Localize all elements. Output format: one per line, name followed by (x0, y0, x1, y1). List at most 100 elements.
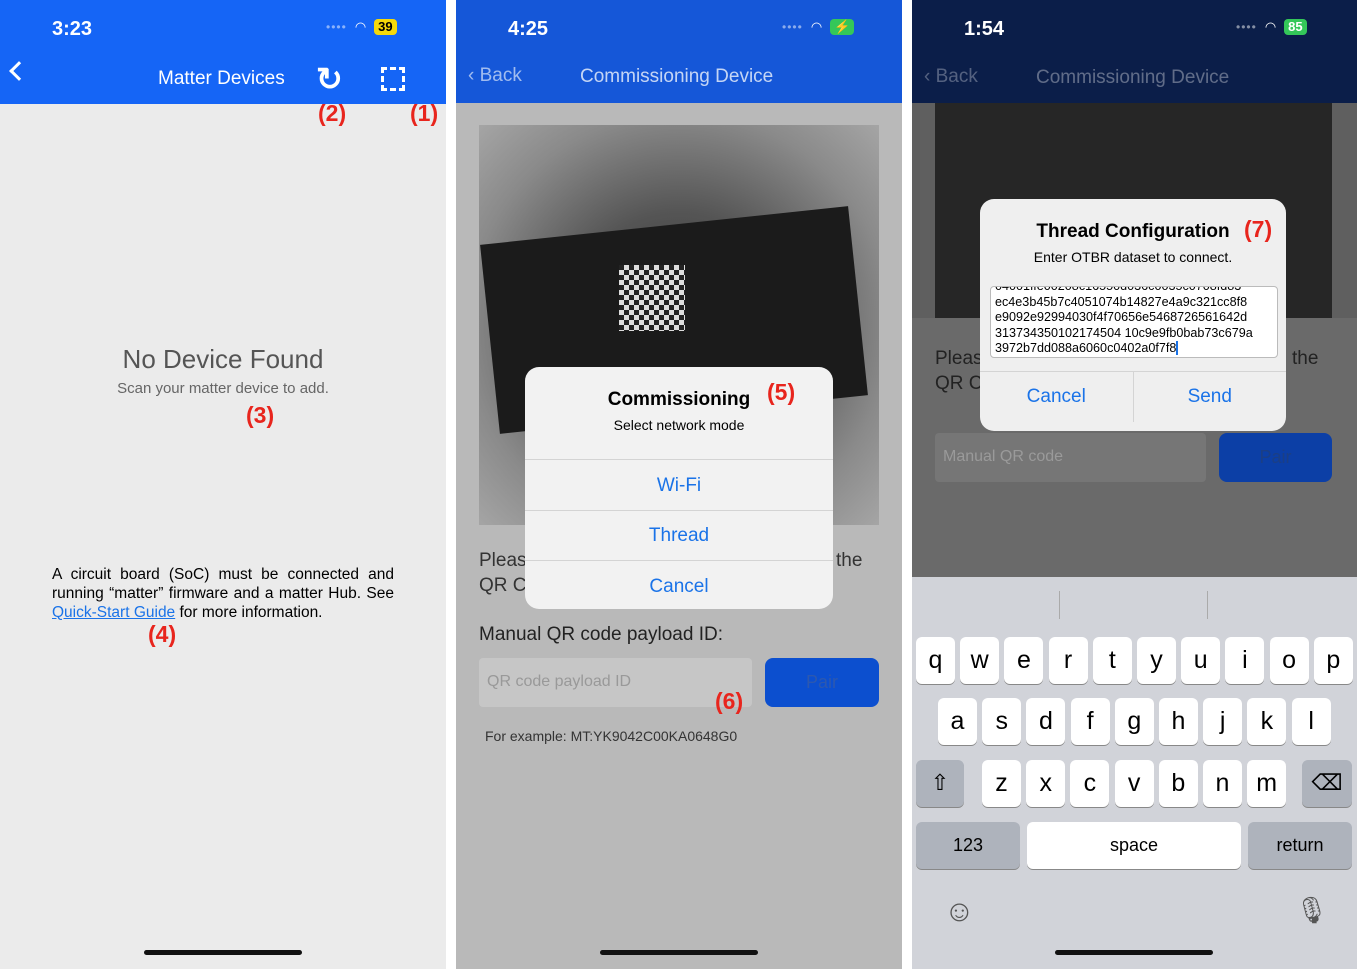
status-icons: •••• ◠ 85 (1236, 19, 1307, 35)
key-d[interactable]: d (1026, 698, 1066, 745)
key-h[interactable]: h (1159, 698, 1198, 745)
dialog-title: Thread Configuration (1036, 221, 1230, 242)
wifi-option[interactable]: Wi-Fi (525, 459, 833, 510)
back-button[interactable]: ‹ Back (924, 66, 978, 88)
microphone-icon[interactable]: 🎙 (1295, 895, 1328, 926)
emoji-icon[interactable]: ☺ (944, 895, 975, 929)
key-q[interactable]: q (916, 637, 955, 684)
cancel-option[interactable]: Cancel (525, 560, 833, 609)
key-u[interactable]: u (1181, 637, 1221, 684)
return-key[interactable]: return (1248, 822, 1352, 869)
qr-scan-icon[interactable] (381, 67, 405, 91)
dataset-line: ec4e3b45b7c4051074b14827e4a9c321cc8f8 (995, 294, 1248, 309)
key-z[interactable]: z (982, 760, 1021, 807)
signal-icon: •••• (1236, 20, 1257, 34)
predictive-bar-divider (1207, 591, 1208, 619)
dialog-message: Enter OTBR dataset to connect. (1033, 249, 1233, 265)
dataset-input[interactable]: 04001ffe00208c16550d036c0035c0708fd83 ec… (990, 286, 1278, 358)
key-o[interactable]: o (1269, 637, 1309, 684)
marker-6: (6) (715, 688, 744, 714)
manual-label: Manual QR code payload ID: (479, 624, 723, 645)
key-r[interactable]: r (1048, 637, 1088, 684)
status-time: 3:23 (52, 18, 93, 40)
key-e[interactable]: e (1004, 637, 1044, 684)
marker-7: (7) (1244, 216, 1273, 242)
key-s[interactable]: s (982, 698, 1022, 745)
delete-key[interactable]: ⌫ (1302, 760, 1352, 807)
status-icons: •••• ◠ 39 (326, 19, 397, 35)
predictive-bar-divider (1059, 591, 1060, 619)
page-title: Matter Devices (158, 68, 285, 89)
qr-payload-input[interactable]: QR code payload ID (479, 658, 752, 707)
key-y[interactable]: y (1137, 637, 1176, 684)
signal-icon: •••• (326, 20, 347, 34)
instruction-text: Pleas (935, 348, 983, 369)
instruction-text-3: the (836, 550, 863, 571)
back-icon[interactable] (9, 61, 29, 81)
numbers-key[interactable]: 123 (916, 822, 1020, 869)
nav-bar: 3:23 •••• ◠ 39 Matter Devices ↻ (0, 0, 446, 104)
page-title: Commissioning Device (1036, 67, 1230, 88)
signal-icon: •••• (782, 20, 803, 34)
example-text: For example: MT:YK9042C00KA0648G0 (485, 728, 738, 744)
screen-commissioning: 4:25 •••• ◠ ⚡ ‹ Back Commissioning Devic… (456, 0, 902, 969)
key-b[interactable]: b (1158, 760, 1198, 807)
info-text-end: for more information. (175, 604, 323, 621)
shift-key[interactable]: ⇧ (916, 760, 964, 807)
thread-option[interactable]: Thread (525, 510, 833, 560)
key-j[interactable]: j (1203, 698, 1243, 745)
instruction-text: Pleas (479, 550, 527, 571)
empty-subtitle: Scan your matter device to add. (117, 380, 329, 397)
info-text-body: A circuit board (SoC) must be connected … (52, 566, 394, 602)
space-key[interactable]: space (1027, 822, 1241, 869)
manual-qr-input[interactable]: Manual QR code (935, 433, 1206, 482)
battery-indicator: 39 (374, 19, 397, 35)
qr-code-image (619, 265, 685, 331)
quick-start-link[interactable]: Quick-Start Guide (52, 604, 175, 621)
nav-bar: 4:25 •••• ◠ ⚡ ‹ Back Commissioning Devic… (456, 0, 902, 103)
dataset-line: 3972b7dd088a6060c0402a0f7f8 (995, 341, 1177, 355)
battery-indicator: 85 (1284, 19, 1307, 35)
key-c[interactable]: c (1070, 760, 1110, 807)
instruction-text-3: the (1292, 348, 1319, 369)
marker-4: (4) (148, 621, 177, 647)
wifi-icon: ◠ (1264, 19, 1277, 34)
refresh-icon[interactable]: ↻ (316, 63, 343, 95)
key-a[interactable]: a (938, 698, 977, 745)
dataset-line-last: 3972b7dd088a6060c0402a0f7f8 (995, 341, 1273, 357)
status-icons: •••• ◠ ⚡ (782, 19, 855, 35)
battery-charging-icon: ⚡ (830, 19, 855, 35)
key-k[interactable]: k (1247, 698, 1287, 745)
screen-matter-devices: 3:23 •••• ◠ 39 Matter Devices ↻ (2) (1) … (0, 0, 446, 969)
back-button[interactable]: ‹ Back (468, 65, 522, 87)
pair-button[interactable]: Pair (1219, 433, 1332, 482)
key-f[interactable]: f (1070, 698, 1110, 745)
key-n[interactable]: n (1203, 760, 1242, 807)
home-indicator (1055, 950, 1213, 955)
status-time: 4:25 (508, 18, 549, 40)
screen-thread-config: 1:54 •••• ◠ 85 ‹ Back Commissioning Devi… (912, 0, 1357, 969)
instruction-text-2: QR C (935, 373, 983, 394)
key-v[interactable]: v (1114, 760, 1154, 807)
key-w[interactable]: w (960, 637, 1000, 684)
empty-title: No Device Found (122, 344, 324, 374)
marker-1: (1) (410, 100, 439, 126)
key-m[interactable]: m (1247, 760, 1287, 807)
send-button[interactable]: Send (1134, 372, 1287, 422)
key-g[interactable]: g (1114, 698, 1154, 745)
key-l[interactable]: l (1291, 698, 1331, 745)
status-time: 1:54 (964, 18, 1005, 40)
info-text: A circuit board (SoC) must be connected … (52, 565, 394, 622)
dataset-line: 313734350102174504 10c9e9fb0bab73c679a (995, 325, 1253, 340)
keyboard: ⇧ ⌫ 123 space return ☺ 🎙 qwertyuiop asdfg… (912, 577, 1357, 969)
key-t[interactable]: t (1092, 637, 1132, 684)
key-x[interactable]: x (1026, 760, 1066, 807)
home-indicator (600, 950, 758, 955)
instruction-text-2: QR C (479, 575, 527, 596)
cancel-button[interactable]: Cancel (980, 372, 1134, 422)
marker-5: (5) (767, 379, 796, 405)
key-p[interactable]: p (1313, 637, 1353, 684)
wifi-icon: ◠ (810, 19, 823, 34)
key-i[interactable]: i (1225, 637, 1265, 684)
pair-button[interactable]: Pair (765, 658, 879, 707)
